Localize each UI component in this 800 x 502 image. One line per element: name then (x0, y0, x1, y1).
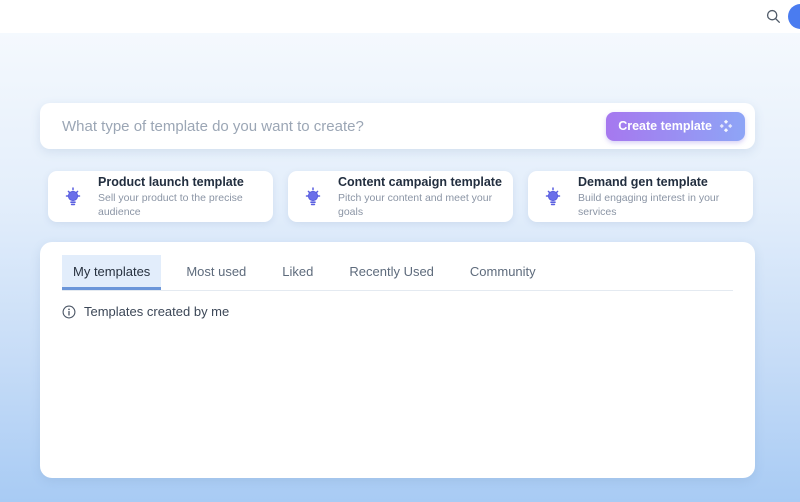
info-circle-icon (62, 305, 76, 319)
sparkles-icon (719, 119, 733, 133)
lightbulb-icon (61, 185, 85, 209)
card-text: Content campaign template Pitch your con… (338, 174, 503, 219)
card-title: Content campaign template (338, 174, 503, 191)
lightbulb-icon (301, 185, 325, 209)
create-template-label: Create template (618, 119, 712, 133)
tab-most-used[interactable]: Most used (175, 255, 257, 290)
tab-my-templates[interactable]: My templates (62, 255, 161, 290)
card-demand-gen-template[interactable]: Demand gen template Build engaging inter… (528, 171, 753, 222)
template-prompt-bar: Create template (40, 103, 755, 149)
template-prompt-input[interactable] (62, 118, 606, 135)
card-subtitle: Pitch your content and meet your goals (338, 191, 503, 219)
card-subtitle: Sell your product to the precise audienc… (98, 191, 263, 219)
empty-state-label: Templates created by me (84, 304, 229, 319)
card-title: Demand gen template (578, 174, 743, 191)
user-avatar[interactable] (788, 4, 800, 29)
top-header-bar (0, 0, 800, 33)
search-icon (766, 9, 781, 24)
suggestion-cards-row: Product launch template Sell your produc… (48, 171, 753, 222)
templates-tab-bar: My templates Most used Liked Recently Us… (62, 255, 733, 291)
empty-state-row: Templates created by me (62, 304, 733, 319)
card-product-launch-template[interactable]: Product launch template Sell your produc… (48, 171, 273, 222)
tab-liked[interactable]: Liked (271, 255, 324, 290)
card-text: Product launch template Sell your produc… (98, 174, 263, 219)
templates-panel: My templates Most used Liked Recently Us… (40, 242, 755, 478)
card-title: Product launch template (98, 174, 263, 191)
card-subtitle: Build engaging interest in your services (578, 191, 743, 219)
card-content-campaign-template[interactable]: Content campaign template Pitch your con… (288, 171, 513, 222)
create-template-button[interactable]: Create template (606, 112, 745, 141)
tab-recently-used[interactable]: Recently Used (338, 255, 445, 290)
search-button[interactable] (760, 4, 786, 30)
app-root: Create template (0, 0, 800, 502)
tab-community[interactable]: Community (459, 255, 547, 290)
card-text: Demand gen template Build engaging inter… (578, 174, 743, 219)
lightbulb-icon (541, 185, 565, 209)
